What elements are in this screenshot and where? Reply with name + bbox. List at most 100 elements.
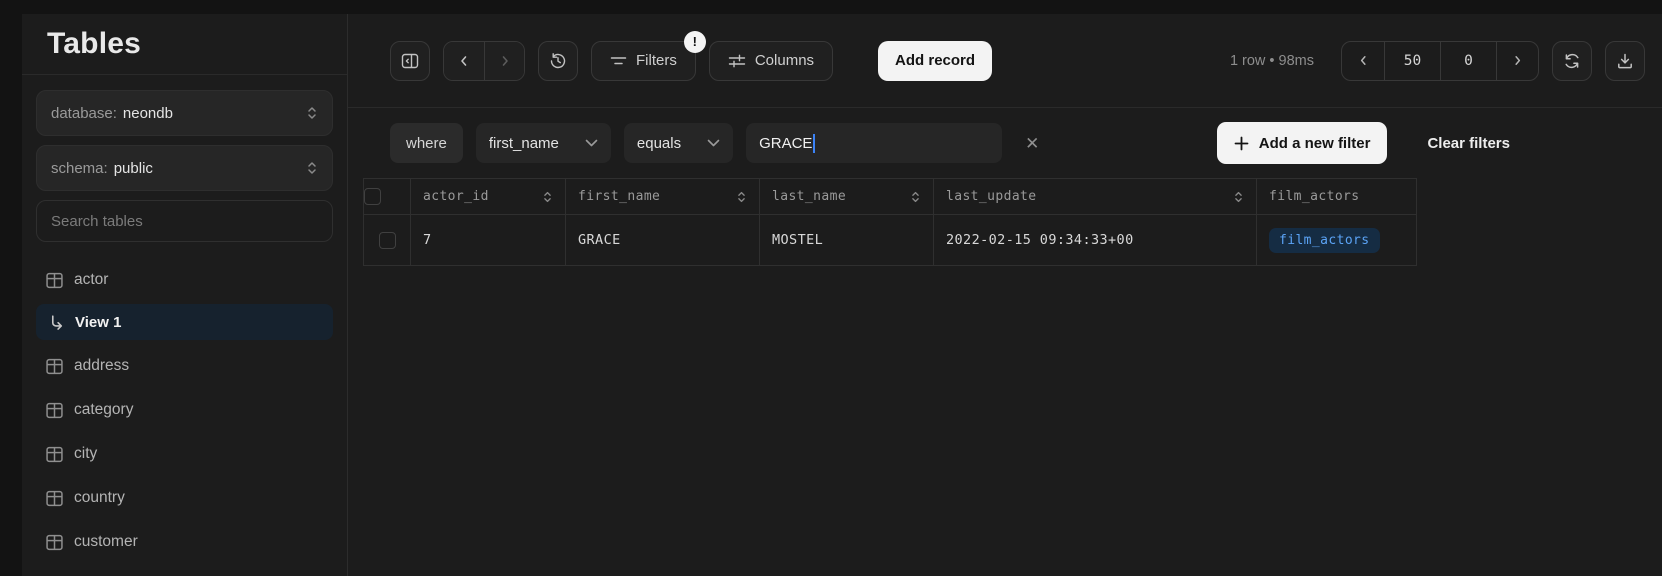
column-header-film-actors[interactable]: film_actors xyxy=(1256,179,1417,214)
chevron-down-icon xyxy=(707,139,720,147)
app-frame: Tables database: neondb schema: public xyxy=(0,0,1662,576)
history-button[interactable] xyxy=(538,41,578,81)
add-filter-label: Add a new filter xyxy=(1259,135,1371,152)
row-checkbox[interactable] xyxy=(379,232,396,249)
sidebar: Tables database: neondb schema: public xyxy=(22,14,348,576)
download-button[interactable] xyxy=(1605,41,1645,81)
plus-icon xyxy=(1234,136,1249,151)
toggle-sidebar-button[interactable] xyxy=(390,41,430,81)
sidebar-item-city[interactable]: city xyxy=(36,432,333,476)
where-chip: where xyxy=(390,123,463,163)
filter-operator-select[interactable]: equals xyxy=(624,123,733,163)
sidebar-item-label: actor xyxy=(74,271,108,289)
chevron-updown-icon xyxy=(306,105,318,121)
result-meta: 1 row • 98ms xyxy=(1230,53,1314,69)
table-icon xyxy=(46,272,63,289)
history-icon xyxy=(549,52,567,70)
sort-icon[interactable] xyxy=(1233,190,1244,204)
chevron-updown-icon xyxy=(306,160,318,176)
download-icon xyxy=(1616,52,1634,70)
schema-select-label: schema: xyxy=(51,160,108,177)
table-icon xyxy=(46,490,63,507)
panel-left-icon xyxy=(401,52,419,70)
column-header-label: film_actors xyxy=(1269,189,1360,204)
filters-button[interactable]: Filters xyxy=(591,41,696,81)
page-next-button[interactable] xyxy=(1496,42,1538,80)
pagination-group: 50 0 xyxy=(1341,41,1539,81)
sidebar-item-address[interactable]: address xyxy=(36,344,333,388)
column-header-last-name[interactable]: last_name xyxy=(759,179,933,214)
page-title: Tables xyxy=(22,14,347,75)
column-header-last-update[interactable]: last_update xyxy=(933,179,1256,214)
toolbar: Filters ! Columns Add record 1 row • 98m… xyxy=(348,14,1662,108)
filter-bar: where first_name equals GRACE xyxy=(348,108,1662,178)
app-window: Tables database: neondb schema: public xyxy=(22,14,1662,576)
filter-value-text: GRACE xyxy=(759,135,812,152)
schema-select-value: public xyxy=(114,160,153,177)
history-nav-group xyxy=(443,41,525,81)
cell-first-name[interactable]: GRACE xyxy=(565,215,759,265)
search-tables-input[interactable] xyxy=(36,200,333,242)
schema-select[interactable]: schema: public xyxy=(36,145,333,191)
film-actors-link[interactable]: film_actors xyxy=(1269,228,1380,253)
page-size-input[interactable]: 50 xyxy=(1384,42,1440,80)
table-row: 7 GRACE MOSTEL 2022-02-15 09:34:33+00 fi… xyxy=(364,215,1416,265)
database-select[interactable]: database: neondb xyxy=(36,90,333,136)
filter-icon xyxy=(610,54,627,68)
elbow-arrow-icon xyxy=(48,314,65,331)
table-icon xyxy=(46,358,63,375)
table-icon xyxy=(46,534,63,551)
cell-actor-id[interactable]: 7 xyxy=(410,215,565,265)
add-filter-button[interactable]: Add a new filter xyxy=(1217,122,1388,164)
cell-last-update[interactable]: 2022-02-15 09:34:33+00 xyxy=(933,215,1256,265)
table-wrap: actor_id first_name last_name last_ xyxy=(348,178,1662,266)
chevron-down-icon xyxy=(585,139,598,147)
add-record-button[interactable]: Add record xyxy=(878,41,992,81)
sort-icon[interactable] xyxy=(542,190,553,204)
sidebar-item-customer[interactable]: customer xyxy=(36,520,333,564)
back-button[interactable] xyxy=(444,42,484,80)
database-select-label: database: xyxy=(51,105,117,122)
refresh-icon xyxy=(1563,52,1581,70)
filters-button-wrap: Filters ! xyxy=(591,41,696,81)
table-header-row: actor_id first_name last_name last_ xyxy=(364,179,1416,215)
clear-filters-button[interactable]: Clear filters xyxy=(1427,135,1510,152)
filters-alert-badge: ! xyxy=(684,31,706,53)
column-header-first-name[interactable]: first_name xyxy=(565,179,759,214)
columns-button[interactable]: Columns xyxy=(709,41,833,81)
table-list: actor View 1 address xyxy=(22,246,347,576)
sidebar-item-category[interactable]: category xyxy=(36,388,333,432)
column-header-actor-id[interactable]: actor_id xyxy=(410,179,565,214)
remove-filter-button[interactable]: ✕ xyxy=(1025,135,1039,152)
cell-film-actors: film_actors xyxy=(1256,215,1417,265)
sidebar-item-country[interactable]: country xyxy=(36,476,333,520)
filter-column-select[interactable]: first_name xyxy=(476,123,611,163)
view-label: View 1 xyxy=(75,314,121,331)
sort-icon[interactable] xyxy=(910,190,921,204)
table-icon xyxy=(46,446,63,463)
filter-operator-value: equals xyxy=(637,135,681,152)
text-caret xyxy=(813,134,815,153)
sidebar-item-label: address xyxy=(74,357,129,375)
column-header-label: first_name xyxy=(578,189,660,204)
column-header-label: last_name xyxy=(772,189,846,204)
sidebar-item-view-1[interactable]: View 1 xyxy=(36,304,333,340)
columns-button-label: Columns xyxy=(755,52,814,69)
filters-button-label: Filters xyxy=(636,52,677,69)
refresh-button[interactable] xyxy=(1552,41,1592,81)
table-icon xyxy=(46,402,63,419)
sort-icon[interactable] xyxy=(736,190,747,204)
sidebar-item-label: customer xyxy=(74,533,138,551)
select-all-checkbox[interactable] xyxy=(364,188,381,205)
page-offset-input[interactable]: 0 xyxy=(1440,42,1496,80)
filter-value-input[interactable]: GRACE xyxy=(746,123,1002,163)
forward-button[interactable] xyxy=(484,42,524,80)
sidebar-item-label: country xyxy=(74,489,125,507)
main-panel: Filters ! Columns Add record 1 row • 98m… xyxy=(348,14,1662,576)
database-select-value: neondb xyxy=(123,105,173,122)
sidebar-item-actor[interactable]: actor xyxy=(36,258,333,302)
sidebar-item-label: category xyxy=(74,401,133,419)
data-table: actor_id first_name last_name last_ xyxy=(363,178,1417,266)
cell-last-name[interactable]: MOSTEL xyxy=(759,215,933,265)
page-prev-button[interactable] xyxy=(1342,42,1384,80)
